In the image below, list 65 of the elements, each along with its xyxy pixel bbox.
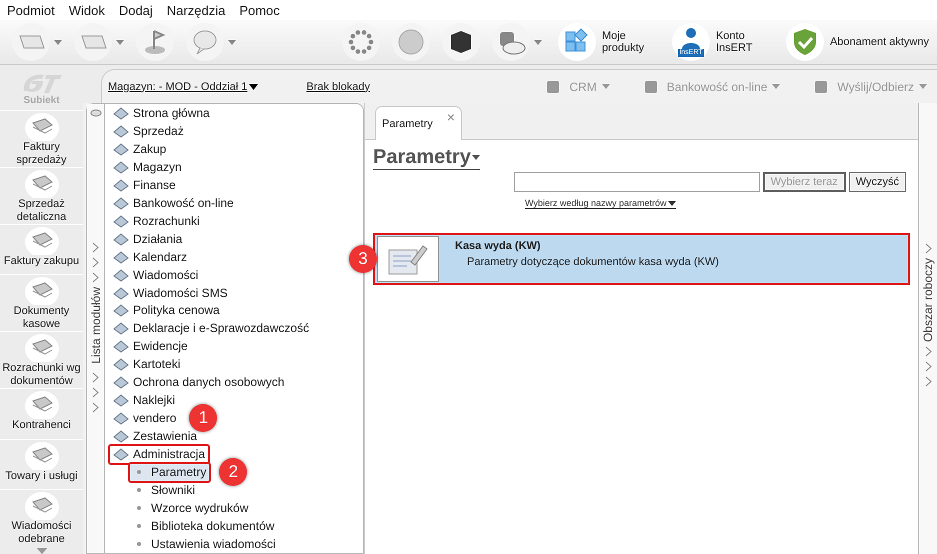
caret-icon xyxy=(116,40,124,44)
caret-icon xyxy=(919,84,927,89)
chevron-icon[interactable] xyxy=(92,402,99,413)
nav-item[interactable]: Sprzedaż detaliczna xyxy=(0,166,83,224)
parameter-description: Parametry dotyczące dokumentów kasa wyda (KW) xyxy=(467,256,719,268)
chevron-icon[interactable] xyxy=(92,372,99,383)
menu-item[interactable]: Pomoc xyxy=(239,2,280,18)
step-badge: 1 xyxy=(189,404,218,432)
caret-icon xyxy=(472,155,480,160)
submodule-item[interactable]: Parametry xyxy=(128,462,212,483)
nav-item[interactable]: Wiadomości odebrane xyxy=(0,488,83,546)
chevron-icon[interactable] xyxy=(92,386,99,398)
menu-item[interactable]: Narzędzia xyxy=(166,2,226,18)
page-title-dropdown[interactable]: Parametry xyxy=(373,146,480,170)
chevron-icon[interactable] xyxy=(92,272,99,283)
caret-icon xyxy=(249,84,258,90)
tab[interactable]: Parametry × xyxy=(375,106,462,140)
document-icon xyxy=(24,332,58,362)
nav-item[interactable]: Kontrahenci xyxy=(0,388,83,438)
chevron-icon[interactable] xyxy=(92,242,99,253)
edit-document-icon xyxy=(377,236,439,282)
tiles-icon xyxy=(558,23,596,61)
products-button[interactable]: Moje produkty xyxy=(558,23,662,61)
chevron-icon[interactable] xyxy=(924,376,932,388)
lock-link[interactable]: Brak blokady xyxy=(306,80,370,92)
caret-icon xyxy=(228,40,236,44)
parameter-item[interactable]: Kasa wyda (KW) Parametry dotyczące dokumentów kasa wyda (KW) xyxy=(373,233,910,285)
nav-item[interactable]: Towary i usługi xyxy=(0,438,83,489)
chevron-icon[interactable] xyxy=(924,361,932,372)
search-field[interactable] xyxy=(514,172,760,192)
menu-item[interactable]: Podmiot xyxy=(7,2,55,18)
close-icon[interactable]: × xyxy=(446,109,455,125)
document-icon xyxy=(24,389,58,420)
scroll-down-icon[interactable] xyxy=(36,548,48,554)
document-icon xyxy=(24,224,58,255)
menu-item[interactable]: Dodaj xyxy=(118,2,153,18)
document-icon xyxy=(24,490,58,520)
parameter-title: Kasa wyda (KW) xyxy=(455,240,542,252)
document-icon xyxy=(24,168,58,198)
app-logo: Subiekt xyxy=(20,65,64,110)
chevron-icon[interactable] xyxy=(924,346,932,358)
caret-icon xyxy=(534,40,542,44)
caret-icon xyxy=(772,84,780,89)
nav-item[interactable]: Dokumenty kasowe xyxy=(0,274,83,332)
step-badge: 2 xyxy=(219,458,248,486)
nav-item[interactable]: Rozrachunki wg dokumentów xyxy=(0,331,83,388)
clear-button[interactable]: Wyczyść xyxy=(848,172,906,192)
caret-icon xyxy=(54,40,62,44)
shield-icon xyxy=(786,23,824,61)
panel-title: Obszar roboczy xyxy=(921,258,935,342)
panel-title: Lista modułów xyxy=(88,287,102,364)
document-icon xyxy=(24,110,58,141)
document-icon xyxy=(24,440,58,470)
nav-item[interactable]: Faktury sprzedaży xyxy=(0,110,83,167)
chevron-icon[interactable] xyxy=(924,243,932,254)
chevron-icon[interactable] xyxy=(92,257,99,268)
pin-icon[interactable] xyxy=(90,108,102,118)
menu-item[interactable]: Widok xyxy=(68,2,105,18)
document-icon xyxy=(24,275,58,306)
caret-icon xyxy=(602,84,610,89)
filter-dropdown[interactable]: Wybierz według nazwy parametrów xyxy=(525,198,676,209)
shield-button[interactable]: Abonament aktywny xyxy=(786,23,929,61)
nav-item[interactable]: Faktury zakupu xyxy=(0,224,83,274)
caret-icon xyxy=(668,200,676,206)
warehouse-dropdown[interactable]: Magazyn: - MOD - Oddział 1 xyxy=(108,80,258,92)
